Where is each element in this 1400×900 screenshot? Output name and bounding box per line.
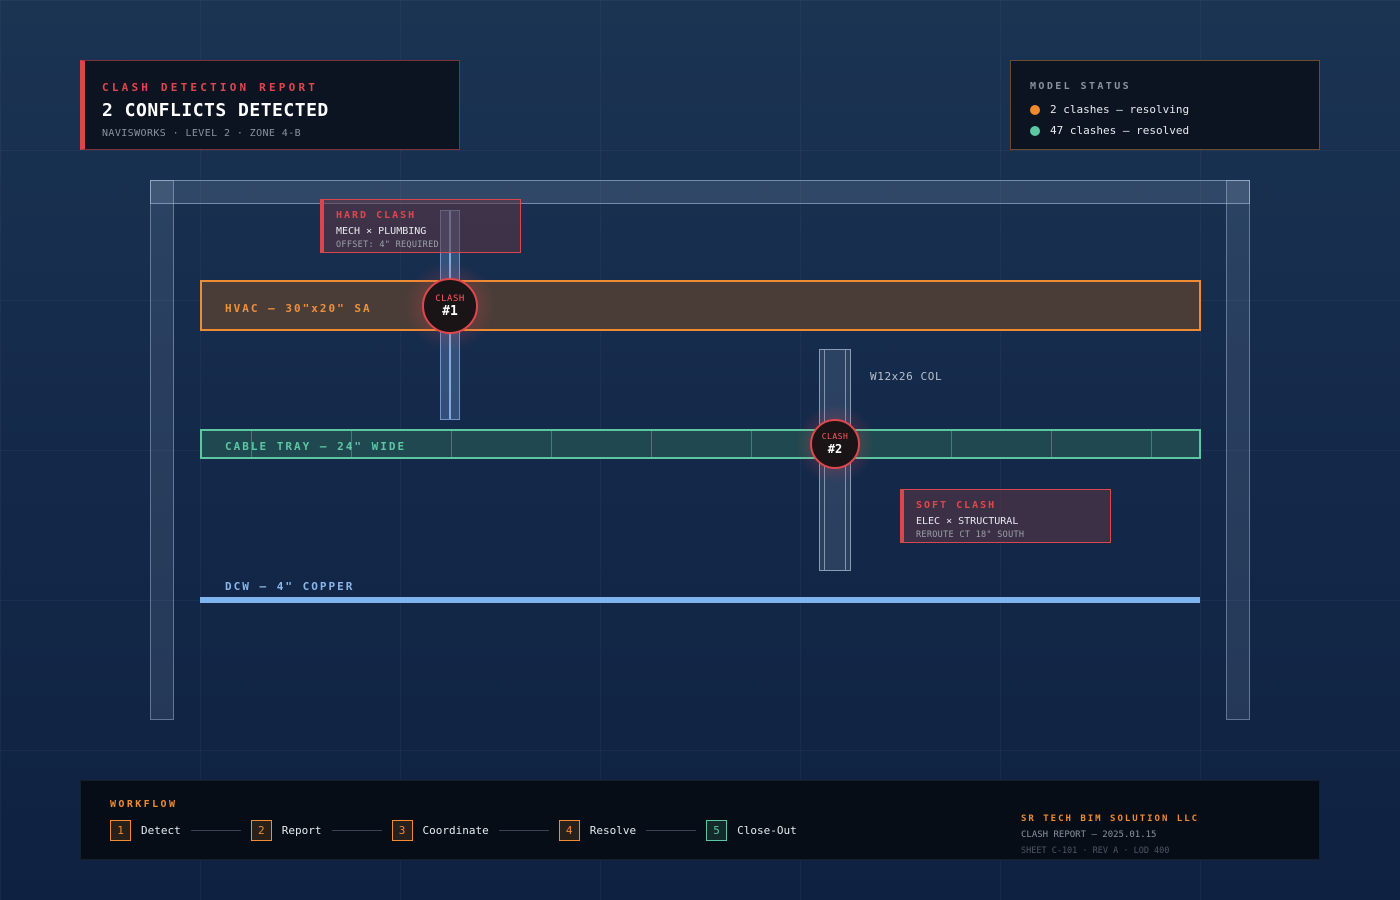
clash-note: REROUTE CT 18" SOUTH	[916, 530, 1025, 540]
left-column	[150, 180, 174, 720]
step-number: 5	[706, 820, 728, 841]
clash-marker-word: CLASH	[821, 432, 849, 441]
clash-type: HARD CLASH	[336, 210, 417, 221]
tray-divider	[1051, 431, 1052, 457]
cable-tray[interactable]: CABLE TRAY — 24" WIDE	[200, 429, 1201, 459]
clash-type: SOFT CLASH	[916, 500, 997, 511]
clash-note: OFFSET: 4" REQUIRED	[336, 240, 439, 250]
workflow-steps: 1 Detect 2 Report 3 Coordinate 4 Resolve…	[110, 820, 797, 841]
sheet-line: SHEET C-101 · REV A · LOD 400	[1021, 846, 1170, 856]
step-connector	[646, 830, 697, 831]
dcw-label: DCW — 4" COPPER	[225, 580, 355, 593]
hvac-duct[interactable]: HVAC — 30"x20" SA	[200, 280, 1201, 331]
workflow-step-detect[interactable]: 1 Detect	[110, 820, 181, 841]
tray-divider	[451, 431, 452, 457]
model-status-panel: MODEL STATUS 2 clashes — resolving 47 cl…	[1010, 60, 1320, 150]
step-label: Close-Out	[737, 824, 797, 837]
cable-tray-label: CABLE TRAY — 24" WIDE	[225, 440, 407, 453]
tray-divider	[751, 431, 752, 457]
step-number: 2	[250, 820, 272, 841]
right-column	[1226, 180, 1250, 720]
steel-column-label: W12x26 COL	[870, 370, 943, 383]
step-connector	[331, 830, 382, 831]
report-subtitle: NAVISWORKS · LEVEL 2 · ZONE 4-B	[102, 128, 302, 139]
clash-marker-word: CLASH	[435, 293, 465, 304]
workflow-step-report[interactable]: 2 Report	[250, 820, 322, 841]
step-number: 1	[110, 820, 131, 841]
status-item-label: 47 clashes — resolved	[1050, 124, 1190, 137]
orange-dot-icon	[1030, 104, 1040, 115]
document-line: CLASH REPORT — 2025.01.15	[1021, 830, 1157, 840]
step-connector	[190, 830, 241, 831]
soft-clash-callout[interactable]: SOFT CLASH ELEC × STRUCTURAL REROUTE CT …	[900, 489, 1111, 543]
dcw-pipe[interactable]	[200, 597, 1200, 603]
clash-marker-1[interactable]: CLASH #1	[422, 278, 478, 334]
tray-divider	[551, 431, 552, 457]
step-connector	[498, 830, 549, 831]
hard-clash-callout[interactable]: HARD CLASH MECH × PLUMBING OFFSET: 4" RE…	[320, 199, 521, 253]
status-item-resolved: 47 clashes — resolved	[1030, 124, 1319, 137]
tray-divider	[651, 431, 652, 457]
clash-marker-number: #2	[827, 442, 843, 456]
model-status-title: MODEL STATUS	[1030, 81, 1132, 92]
step-label: Resolve	[589, 824, 637, 837]
clash-marker-number: #1	[442, 303, 458, 319]
company-name: SR TECH BIM SOLUTION LLC	[1021, 814, 1200, 824]
tray-divider	[1151, 431, 1152, 457]
tray-divider	[951, 431, 952, 457]
clash-marker-2[interactable]: CLASH #2	[810, 419, 860, 469]
step-number: 4	[558, 820, 580, 841]
status-item-resolving: 2 clashes — resolving	[1030, 103, 1319, 116]
workflow-step-coordinate[interactable]: 3 Coordinate	[391, 820, 489, 841]
clash-report-panel: CLASH DETECTION REPORT 2 CONFLICTS DETEC…	[80, 60, 460, 150]
report-eyebrow: CLASH DETECTION REPORT	[102, 81, 319, 94]
workflow-step-close-out[interactable]: 5 Close-Out	[706, 820, 797, 841]
step-label: Detect	[141, 824, 181, 837]
step-label: Report	[281, 824, 322, 837]
workflow-step-resolve[interactable]: 4 Resolve	[558, 820, 637, 841]
clash-disciplines: ELEC × STRUCTURAL	[916, 516, 1019, 527]
step-label: Coordinate	[422, 824, 489, 837]
workflow-title: WORKFLOW	[110, 799, 178, 810]
workflow-footer: WORKFLOW 1 Detect 2 Report 3 Coordinate …	[80, 780, 1320, 860]
green-dot-icon	[1030, 125, 1040, 136]
hvac-label: HVAC — 30"x20" SA	[225, 302, 372, 315]
clash-disciplines: MECH × PLUMBING	[336, 226, 427, 237]
report-title: 2 CONFLICTS DETECTED	[102, 100, 329, 121]
step-number: 3	[391, 820, 413, 841]
roof-beam	[150, 180, 1250, 204]
status-item-label: 2 clashes — resolving	[1050, 103, 1190, 116]
